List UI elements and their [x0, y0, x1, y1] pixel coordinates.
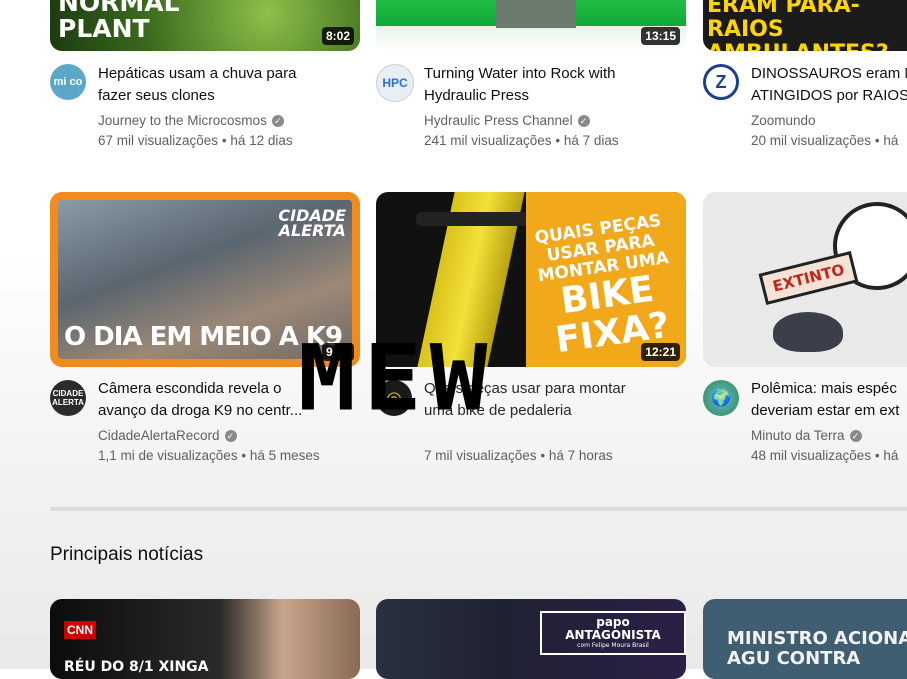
video-title[interactable]: Polêmica: mais espéc deveriam estar em ex… [751, 378, 899, 422]
video-meta: 67 mil visualizações • há 12 dias [98, 133, 293, 148]
video-meta: 7 mil visualizações • há 7 horas [424, 448, 613, 463]
bike-handlebar [416, 212, 536, 226]
duration-badge: 12:21 [641, 343, 680, 361]
news-headline: MINISTRO ACIONA AGU CONTRA [727, 628, 907, 669]
news-thumbnail[interactable]: MINISTRO ACIONA AGU CONTRA [703, 599, 907, 679]
channel-avatar[interactable]: mi co [50, 64, 86, 100]
news-headline: RÉU DO 8/1 XINGA [64, 659, 209, 675]
news-thumbnail[interactable]: papo ANTAGONISTA com Felipe Moura Brasil [376, 599, 686, 679]
video-thumbnail[interactable]: NORMAL PLANT 8:02 [50, 0, 360, 51]
video-meta: 20 mil visualizações • há [751, 133, 899, 148]
channel-name[interactable]: CidadeAlertaRecord ✓ [98, 428, 237, 443]
thumbnail-text: NORMAL PLANT [58, 0, 180, 43]
extinct-sign: EXTINTO [758, 250, 859, 306]
video-title[interactable]: Câmera escondida revela o avanço da droga… [98, 378, 302, 422]
video-thumbnail[interactable]: 13:15 [376, 0, 686, 51]
channel-name[interactable]: Hydraulic Press Channel ✓ [424, 113, 590, 128]
verified-check-icon: ✓ [224, 430, 237, 443]
channel-avatar[interactable]: Z [703, 64, 739, 100]
video-meta: 48 mil visualizações • há [751, 448, 899, 463]
overlay-glyph-text: MEW [298, 324, 496, 432]
channel-name[interactable]: Journey to the Microcosmos ✓ [98, 113, 284, 128]
bird-drawing [773, 312, 843, 352]
avatar-label: Z [715, 71, 727, 92]
avatar-label: HPC [382, 76, 408, 90]
channel-avatar[interactable]: 🌍 [703, 380, 739, 416]
avatar-label: mi co [53, 76, 83, 88]
video-meta: 1,1 mi de visualizações • há 5 meses [98, 448, 320, 463]
channel-avatar[interactable]: HPC [376, 64, 414, 102]
thumbnail-text: QUAIS PEÇAS USAR PARA MONTAR UMA BIKE FI… [533, 210, 673, 362]
video-meta: 241 mil visualizações • há 7 dias [424, 133, 619, 148]
channel-name[interactable]: Zoomundo [751, 113, 816, 128]
thumbnail-text: ERAM PARA-RAIOSAMBULANTES? [707, 0, 889, 51]
cidade-alerta-logo: CIDADE ALERTA [278, 206, 346, 240]
video-thumbnail[interactable]: EXTINTO [703, 192, 907, 367]
video-title[interactable]: Turning Water into Rock with Hydraulic Pr… [424, 63, 615, 107]
verified-check-icon: ✓ [577, 115, 590, 128]
video-title[interactable]: DINOSSAUROS eram M ATINGIDOS por RAIOS [751, 63, 907, 107]
verified-check-icon: ✓ [271, 115, 284, 128]
video-thumbnail[interactable]: ERAM PARA-RAIOSAMBULANTES? [703, 0, 907, 51]
news-thumbnail[interactable]: CNN RÉU DO 8/1 XINGA [50, 599, 360, 679]
antagonista-logo: papo ANTAGONISTA com Felipe Moura Brasil [540, 611, 686, 655]
channel-avatar[interactable]: CIDADE ALERTA [50, 380, 86, 416]
cnn-logo: CNN [64, 621, 96, 639]
section-title: Principais notícias [50, 544, 204, 565]
channel-name[interactable]: Minuto da Terra ✓ [751, 428, 862, 443]
avatar-label: CIDADE ALERTA [52, 389, 84, 407]
section-divider [50, 507, 907, 511]
video-title[interactable]: Hepáticas usam a chuva para fazer seus cl… [98, 63, 296, 107]
press-plate [496, 0, 576, 28]
duration-badge: 13:15 [641, 27, 680, 45]
duration-badge: 8:02 [321, 27, 354, 45]
verified-check-icon: ✓ [849, 430, 862, 443]
